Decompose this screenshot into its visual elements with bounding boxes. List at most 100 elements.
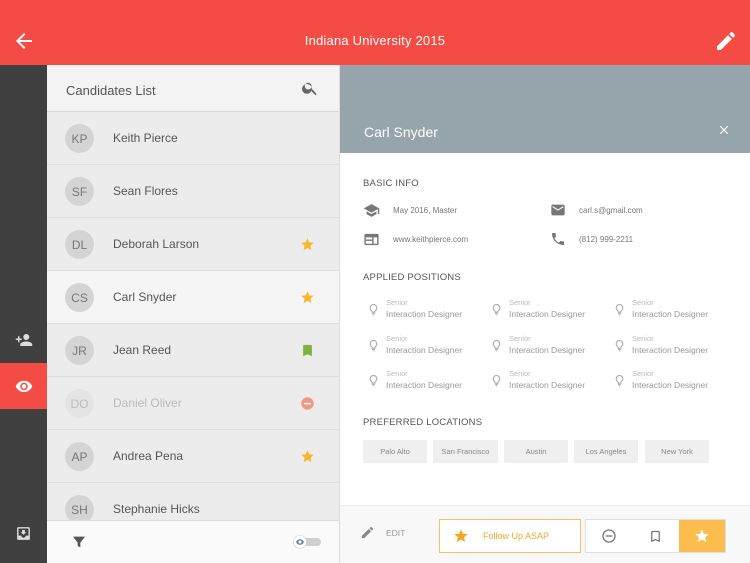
star-icon xyxy=(695,529,709,542)
position-item: Senior Interaction Designer xyxy=(363,298,483,324)
position-level: Senior xyxy=(632,334,654,343)
list-footer xyxy=(47,520,339,563)
pin-icon xyxy=(615,375,624,387)
candidate-name: Deborah Larson xyxy=(113,237,200,251)
position-item: Senior Interaction Designer xyxy=(609,369,729,395)
visibility-toggle[interactable] xyxy=(293,535,321,549)
status-actions xyxy=(585,519,726,553)
phone-icon xyxy=(552,233,564,245)
position-level: Senior xyxy=(509,298,531,307)
position-role: Interaction Designer xyxy=(386,380,463,390)
candidates-header: Candidates List xyxy=(47,65,339,112)
avatar: CS xyxy=(65,283,94,312)
follow-up-button[interactable]: Follow Up ASAP xyxy=(439,519,581,553)
preferred-locations-title: PREFERRED LOCATIONS xyxy=(363,417,483,428)
candidate-name: Keith Pierce xyxy=(113,131,178,145)
candidate-detail: Carl Snyder BASIC INFO May 2016, Master … xyxy=(340,65,750,563)
website-row: www.keithpierce.com xyxy=(363,231,468,248)
website-text[interactable]: www.keithpierce.com xyxy=(393,235,468,244)
candidate-row[interactable]: SF Sean Flores xyxy=(47,165,339,218)
filter-icon[interactable] xyxy=(71,534,87,550)
phone-text[interactable]: (812) 999-2211 xyxy=(579,235,633,244)
candidate-name: Carl Snyder xyxy=(113,290,177,304)
minus-circle-icon xyxy=(602,529,616,543)
mail-icon xyxy=(551,204,565,216)
edit-label: EDIT xyxy=(386,527,406,538)
bookmark-outline-icon xyxy=(651,530,660,542)
location-chip: Austin xyxy=(504,440,568,463)
eye-icon xyxy=(15,380,32,392)
candidate-row[interactable]: KP Keith Pierce xyxy=(47,112,339,165)
edit-button[interactable]: EDIT xyxy=(360,525,405,540)
pin-icon xyxy=(369,375,378,387)
detail-header: Carl Snyder xyxy=(340,65,750,153)
phone-row: (812) 999-2211 xyxy=(550,231,633,247)
side-rail xyxy=(0,65,47,563)
position-role: Interaction Designer xyxy=(386,345,463,355)
candidates-panel: Candidates List KP Keith Pierce SF Sean … xyxy=(47,65,340,563)
candidate-row[interactable]: DL Deborah Larson xyxy=(47,218,339,271)
location-chip: Palo Alto xyxy=(363,440,427,463)
candidate-row-selected[interactable]: CS Carl Snyder xyxy=(47,271,339,324)
add-person-button[interactable] xyxy=(0,317,47,363)
web-icon xyxy=(364,233,379,246)
view-button[interactable] xyxy=(0,363,47,409)
page-title: Indiana University 2015 xyxy=(304,33,446,48)
candidate-row[interactable]: JR Jean Reed xyxy=(47,324,339,377)
follow-up-label: Follow Up ASAP xyxy=(483,531,550,541)
position-role: Interaction Designer xyxy=(386,309,463,319)
pencil-icon xyxy=(361,526,374,539)
close-icon[interactable] xyxy=(717,123,731,137)
candidate-row[interactable]: AP Andrea Pena xyxy=(47,430,339,483)
email-text[interactable]: carl.s@gmail.com xyxy=(579,206,643,215)
position-item: Senior Interaction Designer xyxy=(486,334,606,360)
position-role: Interaction Designer xyxy=(632,380,709,390)
add-person-icon xyxy=(15,334,32,346)
pin-icon xyxy=(492,304,501,316)
avatar: KP xyxy=(65,124,94,153)
reject-button[interactable] xyxy=(586,520,632,552)
position-role: Interaction Designer xyxy=(509,345,586,355)
avatar: SF xyxy=(65,177,94,206)
position-level: Senior xyxy=(386,298,408,307)
candidates-title: Candidates List xyxy=(66,83,156,98)
position-item: Senior Interaction Designer xyxy=(363,334,483,360)
avatar: AP xyxy=(65,442,94,471)
position-role: Interaction Designer xyxy=(632,309,709,319)
bookmark-button[interactable] xyxy=(632,520,678,552)
candidate-row[interactable]: DO Daniel Oliver xyxy=(47,377,339,430)
position-item: Senior Interaction Designer xyxy=(609,298,729,324)
star-icon xyxy=(301,238,314,251)
position-item: Senior Interaction Designer xyxy=(609,334,729,360)
pin-icon xyxy=(369,340,378,352)
position-role: Interaction Designer xyxy=(632,345,709,355)
pencil-icon[interactable] xyxy=(714,29,738,53)
pin-icon xyxy=(369,304,378,316)
avatar: JR xyxy=(65,336,94,365)
star-button[interactable] xyxy=(678,520,725,552)
position-level: Senior xyxy=(632,298,654,307)
rejected-icon xyxy=(301,397,314,410)
basic-info-title: BASIC INFO xyxy=(363,178,419,189)
star-icon xyxy=(454,529,468,542)
avatar: DL xyxy=(65,230,94,259)
candidate-name: Andrea Pena xyxy=(113,449,184,463)
detail-name: Carl Snyder xyxy=(364,124,438,140)
position-item: Senior Interaction Designer xyxy=(486,369,606,395)
candidate-name: Jean Reed xyxy=(113,343,172,357)
position-role: Interaction Designer xyxy=(509,380,586,390)
position-role: Interaction Designer xyxy=(509,309,586,319)
location-chip: New York xyxy=(645,440,709,463)
position-level: Senior xyxy=(632,369,654,378)
detail-footer: EDIT Follow Up ASAP xyxy=(340,505,750,563)
pin-icon xyxy=(492,375,501,387)
candidate-name: Sean Flores xyxy=(113,184,178,198)
location-chip: Los Angeles xyxy=(574,440,638,463)
position-level: Senior xyxy=(509,334,531,343)
search-icon[interactable] xyxy=(301,79,319,97)
email-row: carl.s@gmail.com xyxy=(550,202,643,218)
pin-icon xyxy=(492,340,501,352)
inbox-button[interactable] xyxy=(0,510,47,556)
star-icon xyxy=(301,450,314,463)
candidate-name: Stephanie Hicks xyxy=(113,502,200,516)
